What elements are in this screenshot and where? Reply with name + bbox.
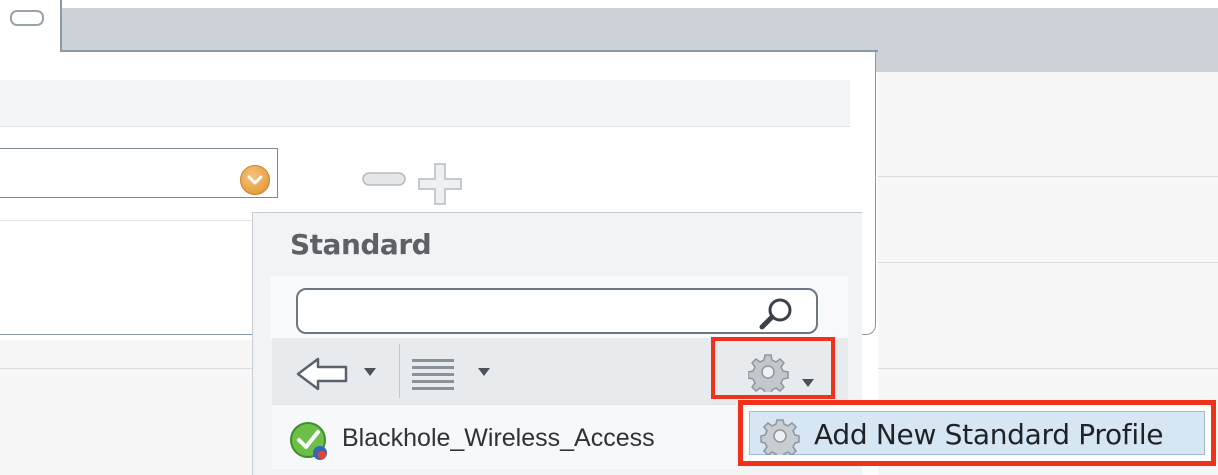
caret-down-icon[interactable] <box>362 365 378 383</box>
background-lower-left <box>0 340 254 475</box>
dialog-border <box>62 50 878 52</box>
minus-icon[interactable] <box>362 171 406 187</box>
list-lines-icon[interactable] <box>410 357 456 398</box>
check-shield-icon <box>288 420 332 469</box>
gear-icon[interactable] <box>747 352 796 397</box>
search-input[interactable] <box>296 288 818 334</box>
minimize-button[interactable] <box>10 10 44 26</box>
dialog-header <box>0 80 850 127</box>
divider <box>0 220 254 221</box>
list-item-label: Blackhole_Wireless_Access <box>342 424 655 452</box>
chevron-down-icon[interactable] <box>240 165 270 195</box>
menu-item-label: Add New Standard Profile <box>814 418 1164 451</box>
gear-icon <box>760 417 804 460</box>
popup-title: Standard <box>290 228 432 261</box>
plus-icon[interactable] <box>416 162 466 206</box>
dialog-border <box>60 0 62 52</box>
profile-select[interactable] <box>0 148 278 198</box>
caret-down-icon[interactable] <box>800 376 816 394</box>
toolbar-divider <box>399 344 400 398</box>
caret-down-icon[interactable] <box>476 365 492 383</box>
arrow-left-icon[interactable] <box>296 356 350 397</box>
search-icon[interactable] <box>756 296 796 337</box>
